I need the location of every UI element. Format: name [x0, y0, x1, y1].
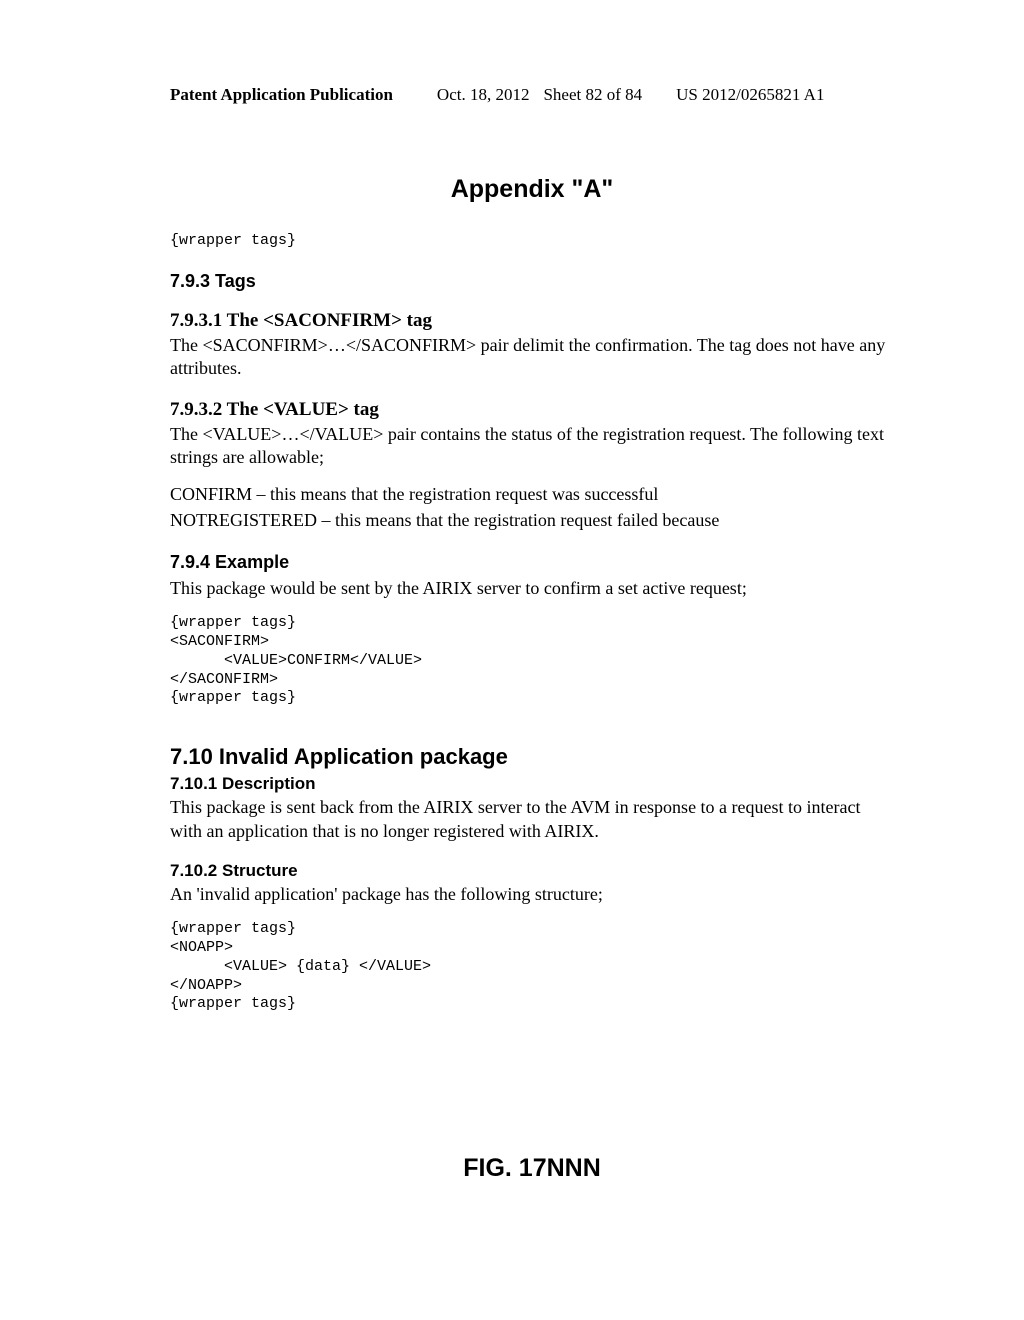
code-7-9-4: {wrapper tags} <SACONFIRM> <VALUE>CONFIR… [170, 614, 894, 708]
appendix-title: Appendix "A" [170, 175, 894, 204]
page: Patent Application Publication Oct. 18, 2… [0, 0, 1024, 1243]
heading-7-9-3-2: 7.9.3.2 The <VALUE> tag [170, 399, 894, 421]
heading-7-9-3: 7.9.3 Tags [170, 271, 894, 292]
para-7-9-4: This package would be sent by the AIRIX … [170, 577, 894, 600]
para-7-9-3-1: The <SACONFIRM>…</SACONFIRM> pair delimi… [170, 334, 894, 381]
heading-7-9-3-1: 7.9.3.1 The <SACONFIRM> tag [170, 310, 894, 332]
para-7-10-1: This package is sent back from the AIRIX… [170, 796, 894, 843]
para-7-9-3-2-b: CONFIRM – this means that the registrati… [170, 483, 894, 506]
header-date: Oct. 18, 2012 [437, 85, 530, 104]
para-7-9-3-2-a: The <VALUE>…</VALUE> pair contains the s… [170, 423, 894, 470]
code-wrapper-tags: {wrapper tags} [170, 232, 894, 251]
heading-7-9-4: 7.9.4 Example [170, 552, 894, 573]
para-7-10-2: An 'invalid application' package has the… [170, 883, 894, 906]
header-pubno: US 2012/0265821 A1 [676, 85, 824, 104]
header-publication: Patent Application Publication [170, 85, 393, 104]
code-7-10-2: {wrapper tags} <NOAPP> <VALUE> {data} </… [170, 920, 894, 1014]
heading-7-10-1: 7.10.1 Description [170, 774, 894, 794]
heading-7-10: 7.10 Invalid Application package [170, 744, 894, 770]
heading-7-10-2: 7.10.2 Structure [170, 861, 894, 881]
para-7-9-3-2-c: NOTREGISTERED – this means that the regi… [170, 509, 894, 532]
page-header: Patent Application Publication Oct. 18, 2… [170, 85, 894, 105]
figure-caption: FIG. 17NNN [170, 1154, 894, 1183]
header-sheet: Sheet 82 of 84 [543, 85, 642, 104]
